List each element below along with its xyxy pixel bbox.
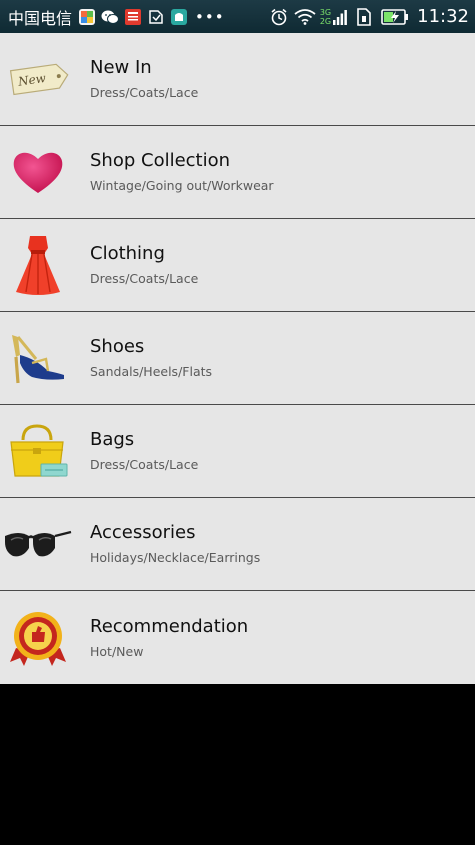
badge-icon	[2, 602, 74, 674]
menu-item-title: New In	[90, 57, 152, 78]
menu-item-shop-collection[interactable]: Shop Collection Wintage/Going out/Workwe…	[0, 126, 475, 219]
signal-icon	[333, 9, 348, 25]
menu-item-clothing[interactable]: Clothing Dress/Coats/Lace	[0, 219, 475, 312]
sunglasses-icon	[2, 508, 74, 580]
network-type-2g: 2G	[319, 16, 332, 26]
menu-item-title: Accessories	[90, 522, 196, 543]
cleaner-icon	[147, 8, 165, 26]
wifi-icon	[294, 8, 316, 25]
app-icon	[78, 8, 96, 26]
wechat-icon	[101, 8, 120, 26]
menu-item-shoes[interactable]: Shoes Sandals/Heels/Flats	[0, 312, 475, 405]
system-status: 3G 2G 11:32	[264, 6, 469, 27]
status-bar: 中国电信 ••• 3G 2G 11:32	[0, 0, 475, 33]
carrier-name: 中国电信	[8, 8, 73, 28]
menu-item-text: Recommendation Hot/New	[90, 616, 248, 660]
menu-item-text: Shoes Sandals/Heels/Flats	[90, 336, 212, 380]
phone-screen: 中国电信 ••• 3G 2G 11:32 New New In Dress/Co…	[0, 0, 475, 845]
store-icon	[170, 8, 188, 26]
battery-charging-icon	[381, 8, 409, 25]
menu-item-subtitle: Holidays/Necklace/Earrings	[90, 550, 261, 565]
menu-item-accessories[interactable]: Accessories Holidays/Necklace/Earrings	[0, 498, 475, 591]
menu-item-recommendation[interactable]: Recommendation Hot/New	[0, 591, 475, 684]
menu-item-new-in[interactable]: New New In Dress/Coats/Lace	[0, 33, 475, 126]
menu-item-text: Accessories Holidays/Necklace/Earrings	[90, 522, 260, 566]
heart-icon	[2, 136, 74, 208]
menu-item-subtitle: Sandals/Heels/Flats	[90, 364, 213, 379]
menu-item-text: Shop Collection Wintage/Going out/Workwe…	[90, 150, 274, 194]
menu-item-bags[interactable]: Bags Dress/Coats/Lace	[0, 405, 475, 498]
network-type: 3G 2G	[320, 8, 331, 26]
high-heel-icon	[2, 322, 74, 394]
more-notifications-indicator: •••	[195, 7, 225, 26]
menu-item-title: Shoes	[90, 336, 145, 357]
menu-item-subtitle: Wintage/Going out/Workwear	[90, 178, 274, 193]
menu-item-text: New In Dress/Coats/Lace	[90, 57, 198, 101]
menu-item-subtitle: Hot/New	[90, 643, 144, 659]
category-menu: New New In Dress/Coats/Lace Shop Collect…	[0, 33, 475, 684]
menu-item-subtitle: Dress/Coats/Lace	[90, 85, 199, 100]
clock: 11:32	[417, 6, 469, 27]
menu-item-title: Recommendation	[90, 615, 249, 637]
menu-item-subtitle: Dress/Coats/Lace	[90, 457, 199, 472]
menu-item-text: Bags Dress/Coats/Lace	[90, 429, 198, 473]
new-tag-icon: New	[2, 43, 74, 115]
alarm-icon	[270, 8, 288, 26]
menu-item-subtitle: Dress/Coats/Lace	[90, 271, 199, 286]
dress-icon	[2, 229, 74, 301]
menu-item-text: Clothing Dress/Coats/Lace	[90, 243, 198, 287]
menu-item-title: Shop Collection	[90, 150, 231, 171]
menu-item-title: Bags	[90, 429, 135, 450]
menu-item-title: Clothing	[90, 243, 165, 264]
sim-icon	[357, 7, 371, 26]
news-icon	[124, 8, 142, 26]
handbag-icon	[2, 415, 74, 487]
network-type-3g: 3G	[319, 7, 332, 17]
